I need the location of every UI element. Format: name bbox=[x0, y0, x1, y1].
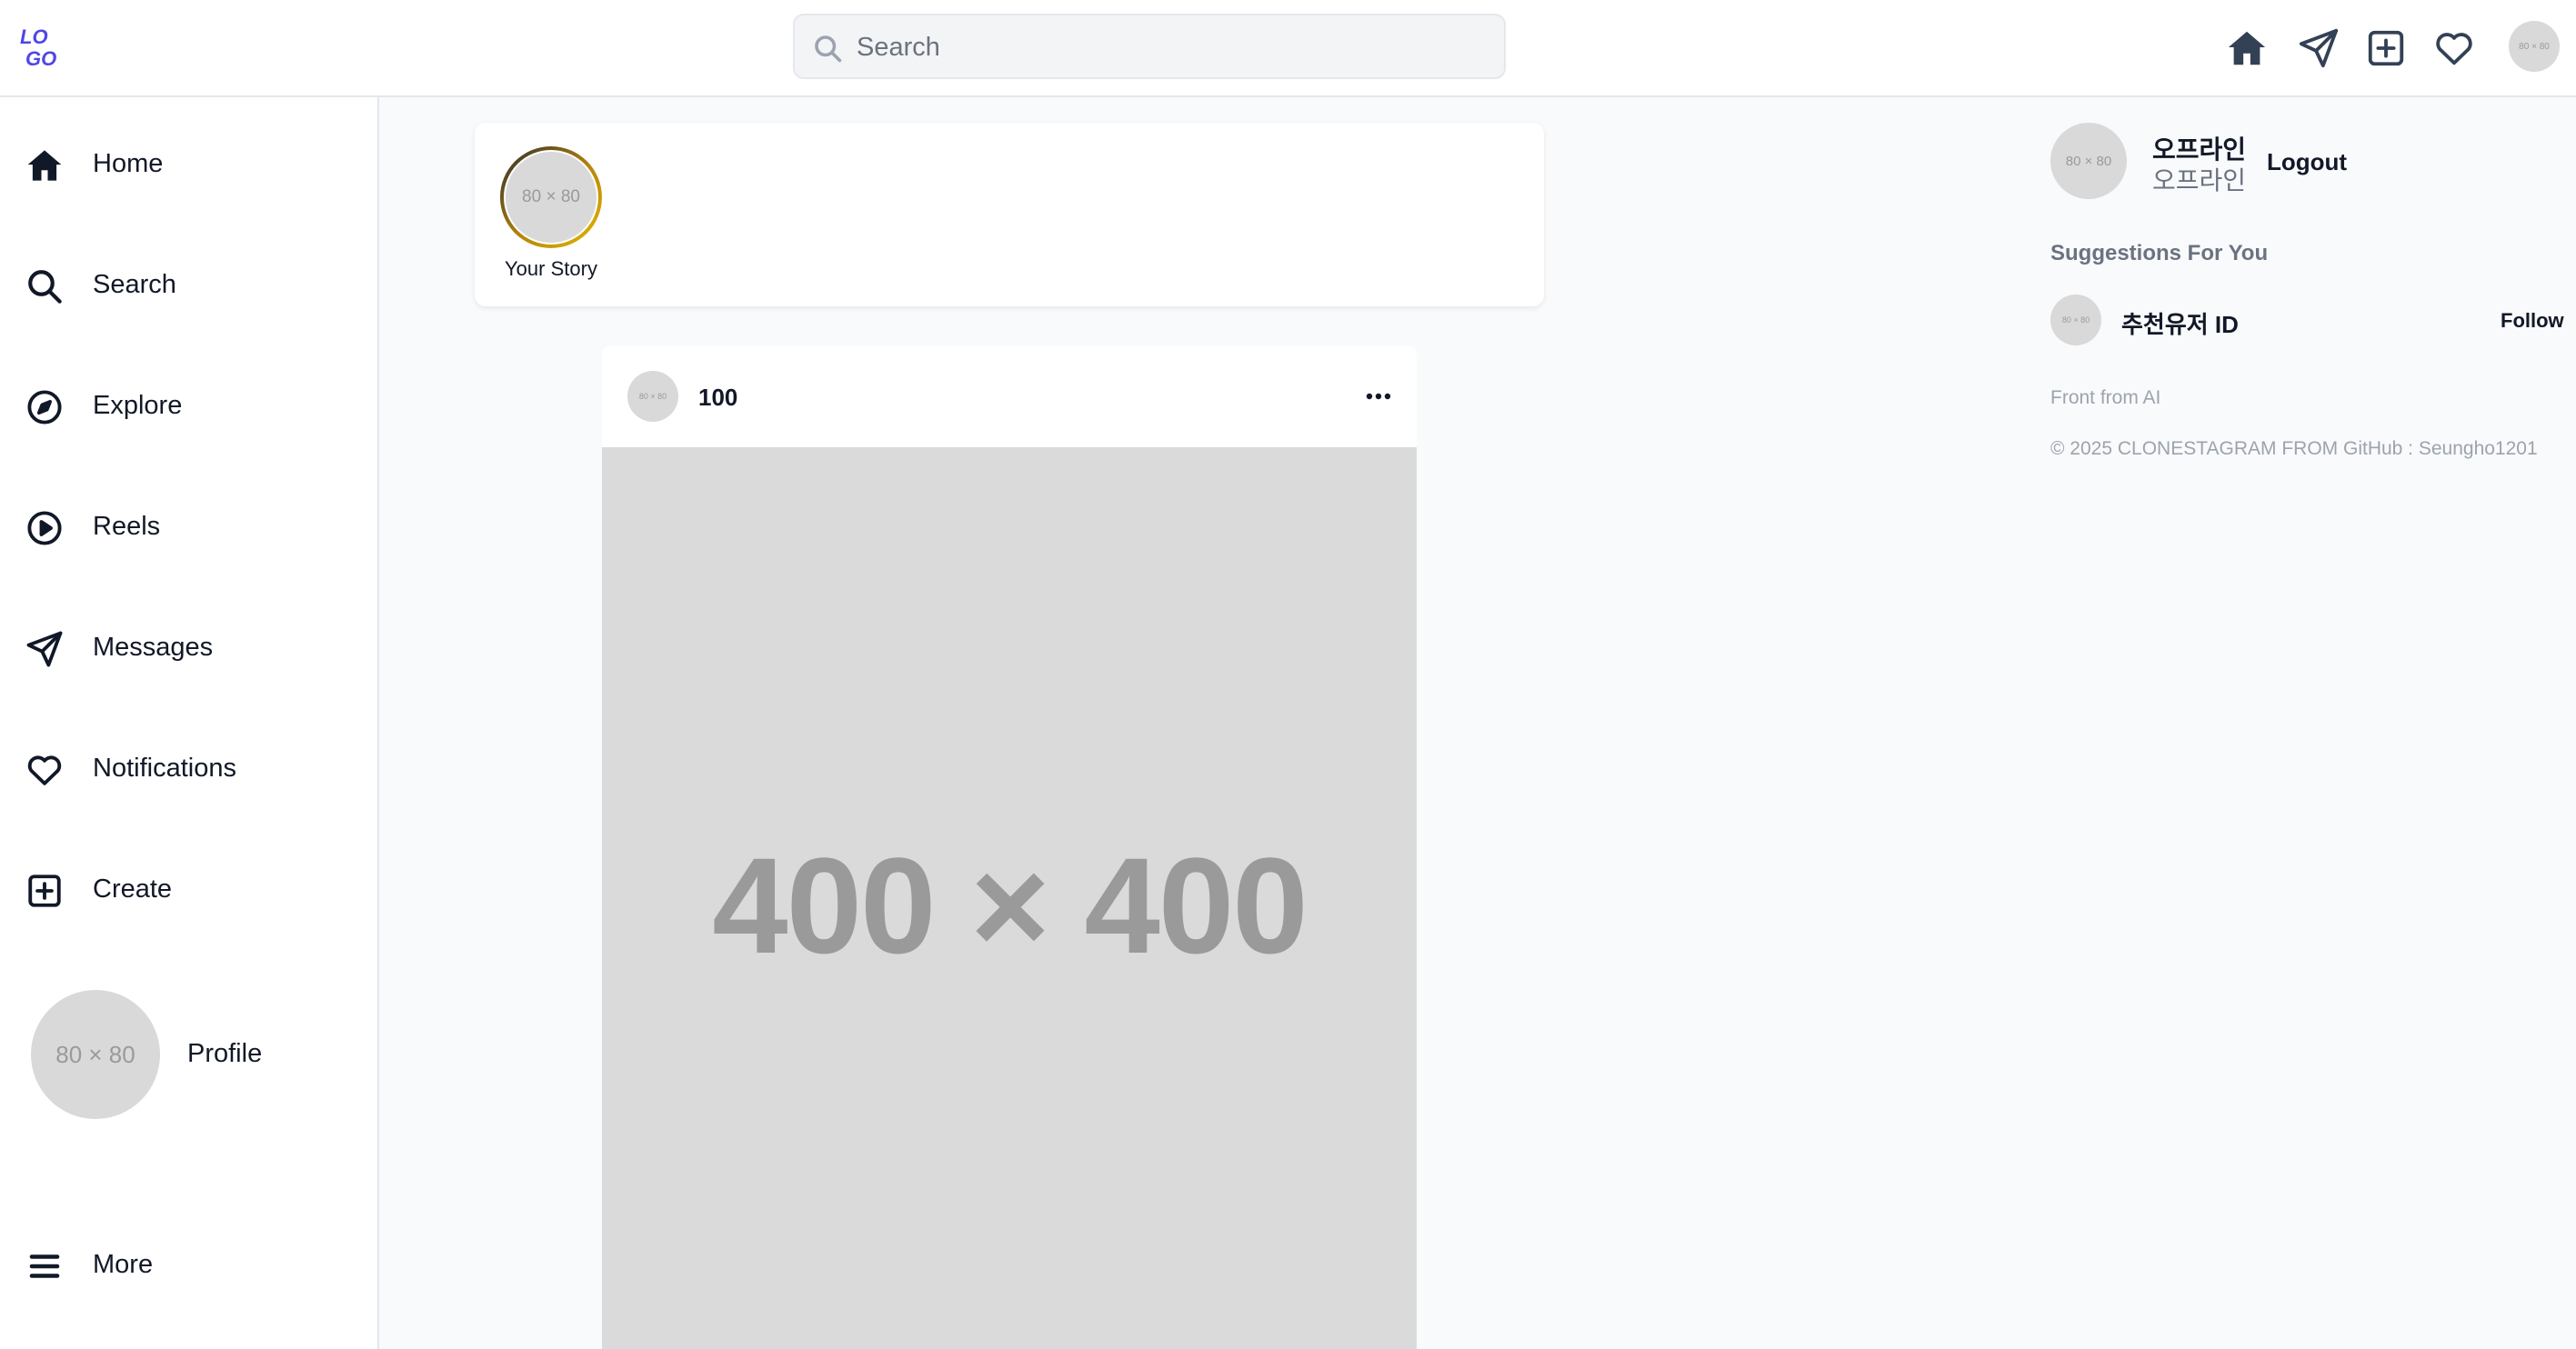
front-note: Front from AI bbox=[2050, 387, 2161, 408]
plus-square-icon bbox=[25, 872, 64, 910]
post-image-placeholder-text: 400 × 400 bbox=[712, 829, 1308, 982]
sidebar-item-label: Explore bbox=[93, 391, 183, 420]
sidebar: Home Search Explore Reels Messages Notif… bbox=[0, 97, 379, 1349]
search-input[interactable] bbox=[857, 25, 1484, 70]
suggestion-username[interactable]: 추천유저 ID bbox=[2121, 306, 2239, 340]
suggestions-title: Suggestions For You bbox=[2050, 241, 2269, 265]
play-circle-icon bbox=[25, 509, 64, 547]
home-icon[interactable] bbox=[2226, 27, 2268, 69]
sidebar-item-profile[interactable]: Profile bbox=[187, 1039, 262, 1069]
sidebar-item-label: Home bbox=[93, 149, 164, 178]
heart-icon bbox=[25, 751, 64, 789]
logo[interactable]: LO GO bbox=[18, 24, 67, 71]
top-bar: LO GO 80 × 80 bbox=[0, 0, 2576, 97]
post-author-avatar[interactable]: 80 × 80 bbox=[627, 371, 678, 422]
sidebar-item-home[interactable]: Home bbox=[0, 124, 377, 205]
follow-button[interactable]: Follow bbox=[2501, 309, 2564, 333]
svg-text:LO: LO bbox=[20, 25, 48, 48]
profile-avatar[interactable]: 80 × 80 bbox=[31, 990, 160, 1119]
send-icon bbox=[25, 630, 64, 668]
suggestion-avatar[interactable]: 80 × 80 bbox=[2050, 295, 2101, 345]
heart-icon[interactable] bbox=[2433, 27, 2475, 69]
sidebar-item-label: Notifications bbox=[93, 754, 236, 783]
send-icon[interactable] bbox=[2298, 27, 2340, 69]
sidebar-item-label: Search bbox=[93, 270, 176, 299]
sidebar-item-label: More bbox=[93, 1250, 154, 1279]
sidebar-item-explore[interactable]: Explore bbox=[0, 365, 377, 447]
sidebar-item-label: Messages bbox=[93, 633, 214, 662]
search-icon bbox=[25, 267, 64, 305]
story-your-story[interactable]: 80 × 80 bbox=[500, 146, 602, 248]
sidebar-item-reels[interactable]: Reels bbox=[0, 486, 377, 568]
sidebar-item-search[interactable]: Search bbox=[0, 245, 377, 326]
search-bar[interactable] bbox=[793, 14, 1506, 79]
story-avatar: 80 × 80 bbox=[504, 150, 598, 245]
post-image[interactable]: 400 × 400 bbox=[602, 447, 1417, 1349]
home-icon bbox=[25, 146, 64, 185]
more-options-icon[interactable] bbox=[1362, 382, 1395, 411]
compass-icon bbox=[25, 388, 64, 426]
header-avatar[interactable]: 80 × 80 bbox=[2509, 21, 2560, 72]
stories-bar: 80 × 80 Your Story bbox=[475, 123, 1544, 306]
current-user-avatar[interactable]: 80 × 80 bbox=[2050, 123, 2127, 199]
logo-mark: LO GO bbox=[20, 25, 56, 70]
sidebar-item-create[interactable]: Create bbox=[0, 849, 377, 931]
logout-button[interactable]: Logout bbox=[2267, 148, 2347, 176]
search-icon bbox=[811, 32, 844, 65]
story-label: Your Story bbox=[505, 257, 597, 280]
copyright-text: © 2025 CLONESTAGRAM FROM GitHub : Seungh… bbox=[2050, 438, 2538, 459]
sidebar-item-more[interactable]: More bbox=[0, 1224, 377, 1306]
sidebar-item-notifications[interactable]: Notifications bbox=[0, 728, 377, 810]
current-user-subname: 오프라인 bbox=[2152, 166, 2247, 195]
menu-icon bbox=[25, 1247, 64, 1285]
post-author-username[interactable]: 100 bbox=[698, 384, 737, 412]
plus-square-icon[interactable] bbox=[2365, 27, 2407, 69]
sidebar-item-label: Create bbox=[93, 874, 173, 904]
feed-post: 80 × 80 100 400 × 400 bbox=[602, 345, 1417, 1349]
sidebar-item-label: Reels bbox=[93, 512, 161, 541]
sidebar-item-messages[interactable]: Messages bbox=[0, 607, 377, 689]
svg-text:GO: GO bbox=[25, 47, 56, 70]
